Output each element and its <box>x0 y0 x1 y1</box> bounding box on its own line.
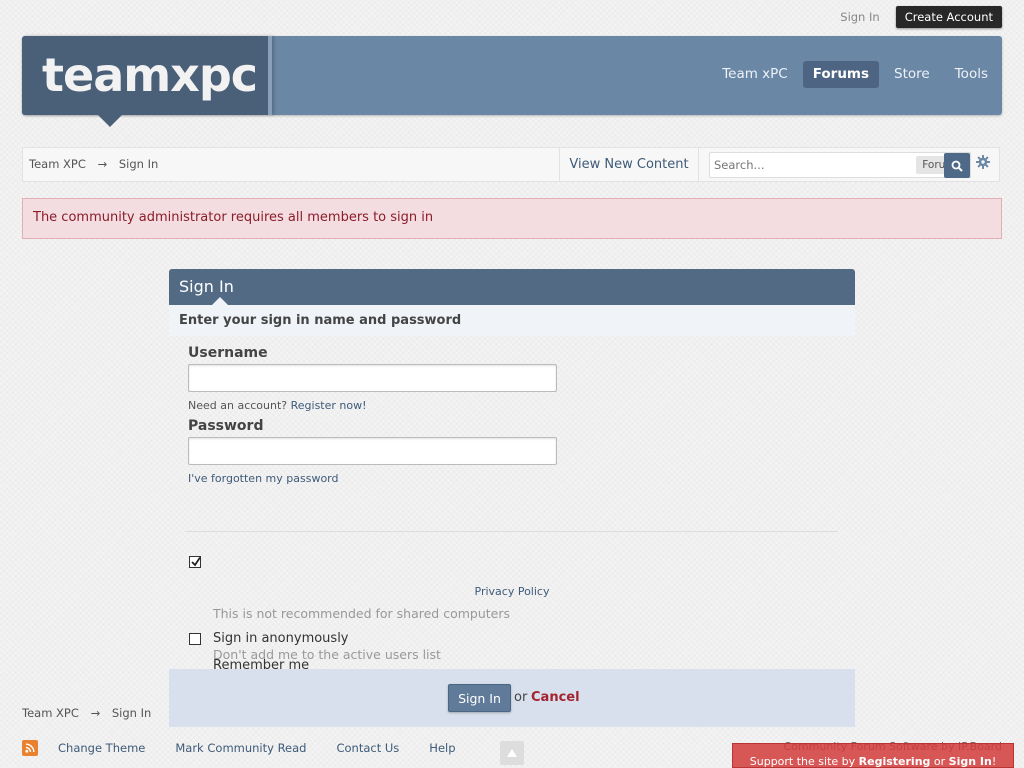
search-icon <box>951 160 963 172</box>
sign-in-submit-button[interactable]: Sign In <box>448 684 511 712</box>
search-input[interactable] <box>714 157 882 173</box>
need-account-text: Need an account? <box>188 399 288 412</box>
breadcrumb-current: Sign In <box>118 157 159 171</box>
sign-in-link[interactable]: Sign In <box>840 10 879 24</box>
search-button[interactable] <box>944 153 970 178</box>
change-theme-link[interactable]: Change Theme <box>58 741 145 755</box>
breadcrumb: Team XPC → Sign In <box>29 157 158 171</box>
support-prefix: Support the site by <box>749 755 859 768</box>
anonymous-description: Don't add me to the active users list <box>213 647 441 662</box>
footer-links: Change Theme Mark Community Read Contact… <box>22 740 486 756</box>
logo-pointer-arrow <box>98 115 122 127</box>
remember-me-checkbox[interactable] <box>189 556 201 568</box>
create-account-button[interactable]: Create Account <box>895 6 1002 28</box>
help-link[interactable]: Help <box>429 741 455 755</box>
search-box: Forums <box>709 152 971 178</box>
rss-glyph-icon <box>25 743 35 753</box>
logo[interactable]: teamxpc <box>22 36 272 115</box>
anonymous-checkbox[interactable] <box>189 633 201 645</box>
breadcrumb-home[interactable]: Team XPC <box>29 157 86 171</box>
arrow-up-icon <box>507 749 517 757</box>
support-site-bar: Support the site by Registering or Sign … <box>732 743 1014 768</box>
logo-text: teamxpc <box>42 48 258 102</box>
forgot-password-link[interactable]: I've forgotten my password <box>188 472 339 485</box>
remember-me-description: This is not recommended for shared compu… <box>213 606 511 621</box>
primary-nav: Team xPC Forums Store Tools <box>707 61 998 88</box>
privacy-policy-link[interactable]: Privacy Policy <box>169 585 855 598</box>
password-label: Password <box>188 418 264 434</box>
password-field[interactable] <box>188 437 557 465</box>
username-label: Username <box>188 345 268 361</box>
or-text: or <box>514 690 528 705</box>
gear-icon[interactable] <box>975 154 991 170</box>
sign-in-form: Username Need an account? Register now! … <box>169 336 855 673</box>
panel-notch <box>212 297 228 305</box>
breadcrumb-separator: → <box>97 157 108 171</box>
register-hint: Need an account? Register now! <box>188 399 367 412</box>
footer-breadcrumb-separator: → <box>90 706 101 720</box>
rss-icon[interactable] <box>22 740 38 756</box>
register-link[interactable]: Register now! <box>291 399 367 412</box>
nav-store[interactable]: Store <box>884 61 940 88</box>
mark-community-read-link[interactable]: Mark Community Read <box>175 741 306 755</box>
username-field[interactable] <box>188 364 557 392</box>
sign-in-required-alert: The community administrator requires all… <box>22 198 1002 239</box>
nav-forums[interactable]: Forums <box>802 61 880 88</box>
form-actions: Sign In or Cancel <box>169 669 855 727</box>
footer-breadcrumb-current: Sign In <box>111 706 152 720</box>
cancel-link[interactable]: Cancel <box>531 690 580 705</box>
panel-title: Sign In <box>179 277 234 296</box>
contact-us-link[interactable]: Contact Us <box>336 741 399 755</box>
site-header: teamxpc Team xPC Forums Store Tools <box>22 36 1002 127</box>
panel-header: Sign In <box>169 269 855 305</box>
support-signin-link[interactable]: Sign In <box>949 755 992 768</box>
form-divider <box>186 531 838 532</box>
nav-team-xpc[interactable]: Team xPC <box>712 61 798 88</box>
support-or: or <box>930 755 949 768</box>
user-bar: Sign In Create Account <box>840 6 1002 28</box>
back-to-top-button[interactable] <box>500 741 524 765</box>
secondary-nav-bar: Team XPC → Sign In View New Content Foru… <box>22 147 1000 182</box>
panel-subtitle: Enter your sign in name and password <box>169 305 855 336</box>
checkmark-icon <box>191 557 201 567</box>
sign-in-panel: Sign In Enter your sign in name and pass… <box>169 269 855 727</box>
anonymous-label[interactable]: Sign in anonymously <box>213 631 349 646</box>
footer-breadcrumb: Team XPC → Sign In <box>22 706 151 720</box>
footer-breadcrumb-home[interactable]: Team XPC <box>22 706 79 720</box>
nav-tools[interactable]: Tools <box>945 61 998 88</box>
support-suffix: ! <box>991 755 997 768</box>
support-register-link[interactable]: Registering <box>859 755 931 768</box>
view-new-content-link[interactable]: View New Content <box>559 148 699 181</box>
